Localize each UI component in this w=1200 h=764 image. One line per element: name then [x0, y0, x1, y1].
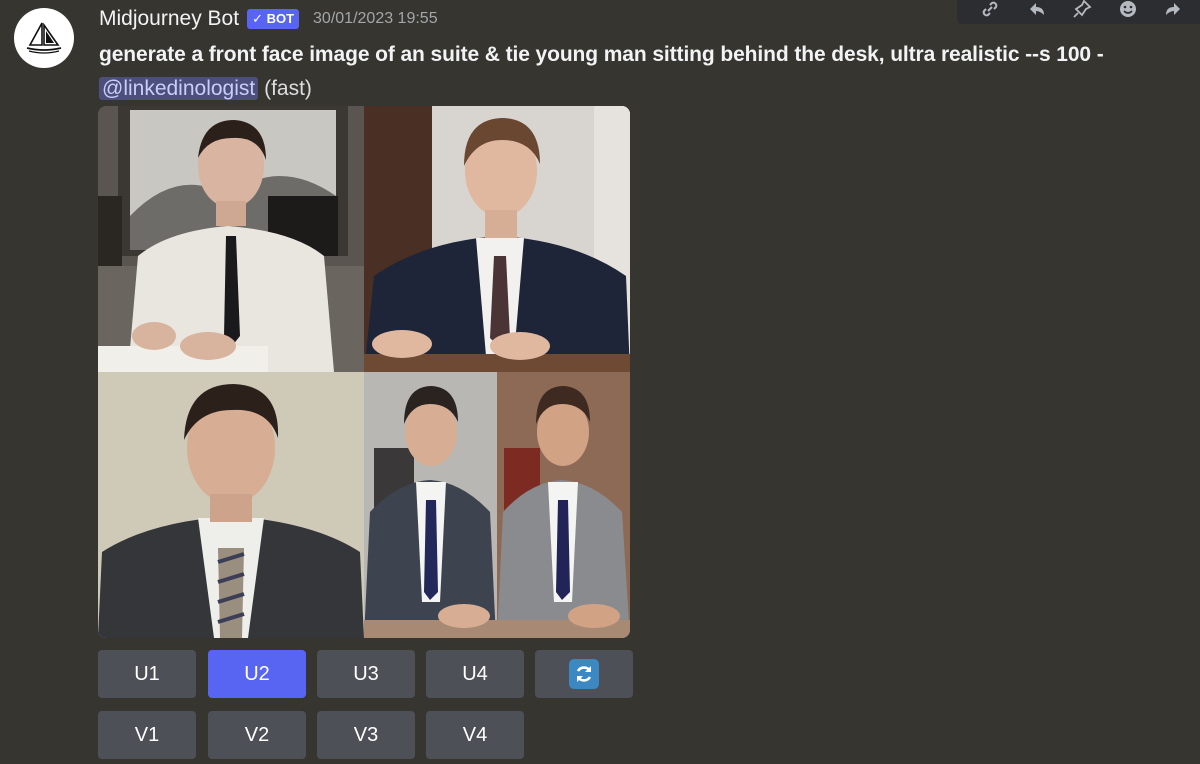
- message-timestamp: 30/01/2023 19:55: [313, 10, 438, 27]
- refresh-icon: [569, 659, 599, 689]
- variation-3-button[interactable]: V3: [317, 711, 415, 759]
- mode-label: (fast): [264, 77, 312, 100]
- variation-1-button[interactable]: V1: [98, 711, 196, 759]
- message-content: generate a front face image of an suite …: [99, 38, 1194, 106]
- variation-2-button[interactable]: V2: [208, 711, 306, 759]
- sailboat-logo-icon: [26, 22, 62, 54]
- bot-avatar[interactable]: [14, 8, 74, 68]
- upscale-2-button[interactable]: U2: [208, 650, 306, 698]
- emoji-icon[interactable]: [1117, 0, 1139, 20]
- generated-image-3[interactable]: [98, 372, 364, 638]
- prompt-text: generate a front face image of an suite …: [99, 43, 1104, 66]
- author-name[interactable]: Midjourney Bot: [99, 7, 239, 31]
- upscale-1-button[interactable]: U1: [98, 650, 196, 698]
- forward-icon[interactable]: [1163, 0, 1185, 20]
- reroll-button[interactable]: [535, 650, 633, 698]
- bot-badge: ✓ BOT: [247, 9, 300, 29]
- pin-icon[interactable]: [1071, 0, 1093, 20]
- upscale-4-button[interactable]: U4: [426, 650, 524, 698]
- user-mention[interactable]: @linkedinologist: [99, 77, 259, 100]
- generated-image-4[interactable]: [364, 372, 630, 638]
- image-grid[interactable]: [98, 106, 630, 638]
- upscale-3-button[interactable]: U3: [317, 650, 415, 698]
- variation-4-button[interactable]: V4: [426, 711, 524, 759]
- link-icon[interactable]: [979, 0, 1001, 20]
- message-header: Midjourney Bot ✓ BOT 30/01/2023 19:55: [99, 6, 438, 32]
- generated-image-2[interactable]: [364, 106, 630, 372]
- reply-icon[interactable]: [1025, 0, 1047, 20]
- message-toolbar: [957, 0, 1200, 24]
- generated-image-1[interactable]: [98, 106, 364, 372]
